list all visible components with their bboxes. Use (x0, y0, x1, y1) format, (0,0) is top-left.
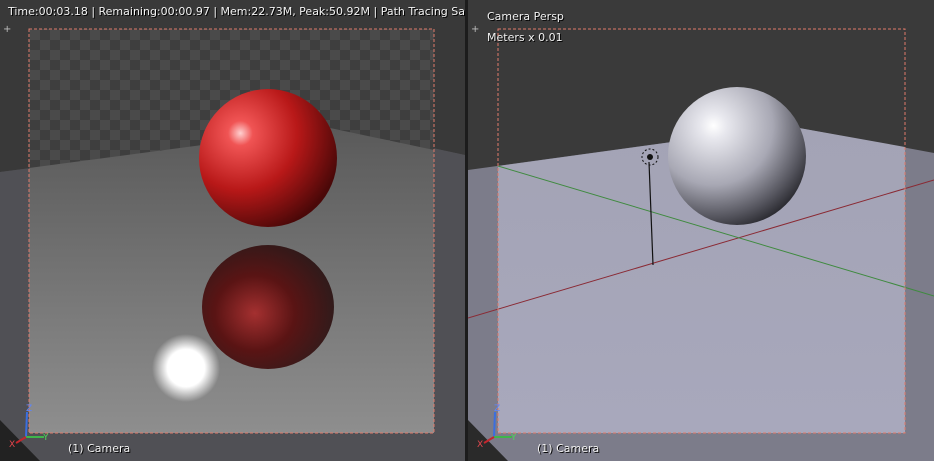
svg-text:Y: Y (510, 433, 517, 443)
red-sphere (199, 89, 337, 227)
object-label: (1) Camera (68, 442, 130, 455)
svg-text:X: X (9, 440, 15, 448)
object-label: (1) Camera (537, 442, 599, 455)
solid-viewport[interactable]: + Camera Persp Meters x 0.01 Z Y X (1) C… (468, 0, 934, 461)
sphere-reflection (202, 245, 334, 369)
svg-text:X: X (477, 440, 483, 448)
svg-text:Z: Z (494, 404, 500, 414)
xyz-axis-gizmo-icon: Z Y X (6, 403, 56, 448)
view-name: Camera Persp (487, 10, 564, 23)
units-label: Meters x 0.01 (487, 31, 563, 44)
rendered-viewport[interactable]: Time:00:03.18 | Remaining:00:00.97 | Mem… (0, 0, 465, 461)
light-glow (152, 334, 220, 402)
corner-plus-icon[interactable]: + (3, 25, 11, 35)
svg-text:Y: Y (42, 433, 49, 443)
render-scene (0, 0, 465, 461)
svg-text:Z: Z (26, 404, 32, 414)
render-status-text: Time:00:03.18 | Remaining:00:00.97 | Mem… (8, 5, 465, 18)
corner-plus-icon[interactable]: + (471, 25, 479, 35)
xyz-axis-gizmo-icon: Z Y X (474, 403, 524, 448)
grey-sphere (668, 87, 806, 225)
solid-scene (468, 0, 934, 461)
